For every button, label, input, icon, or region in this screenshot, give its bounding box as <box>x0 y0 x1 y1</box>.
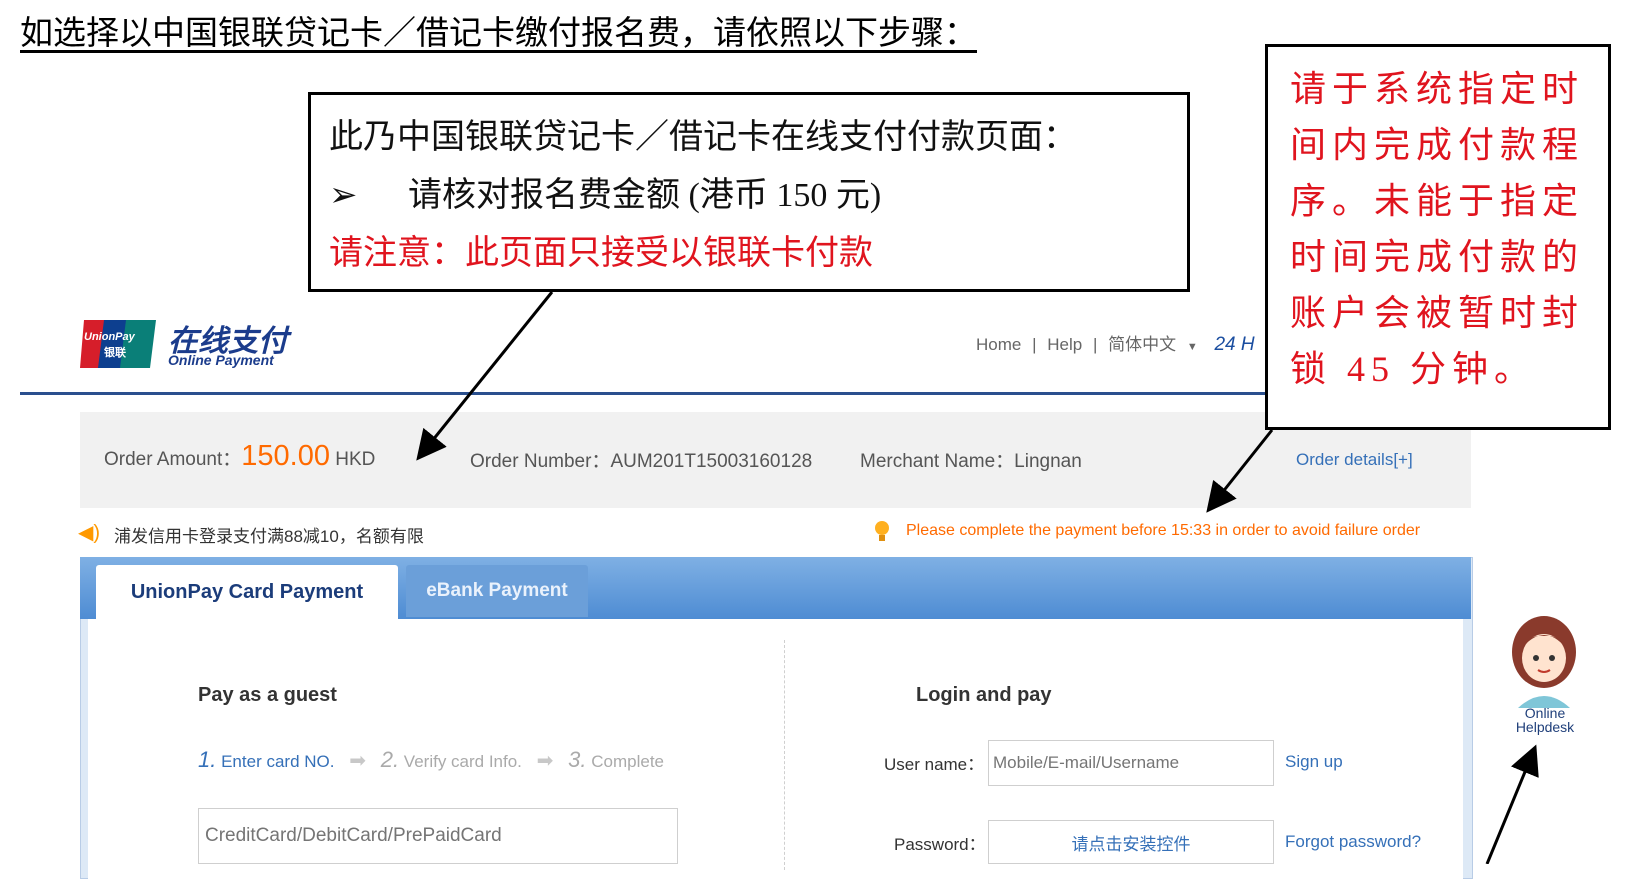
arrow-to-deadline-warning <box>1206 429 1274 513</box>
arrow-to-helpdesk <box>1485 744 1539 864</box>
annotation-arrows <box>416 291 1539 864</box>
arrow-to-order-amount <box>416 291 554 461</box>
